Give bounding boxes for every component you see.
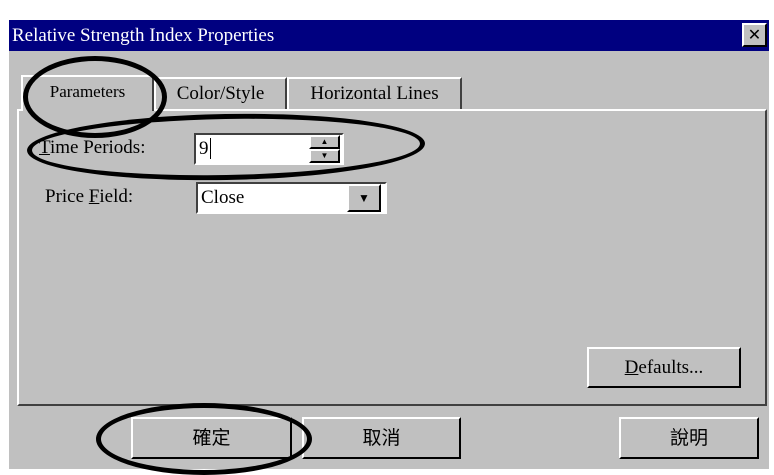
tab-parameters[interactable]: Parameters bbox=[21, 75, 154, 111]
tab-horizontal-lines-label: Horizontal Lines bbox=[310, 83, 439, 104]
rsi-properties-dialog: Relative Strength Index Properties ✕ Par… bbox=[9, 20, 769, 475]
cancel-button[interactable]: 取消 bbox=[302, 417, 461, 459]
tab-horizontal-lines[interactable]: Horizontal Lines bbox=[287, 77, 462, 111]
close-button[interactable]: ✕ bbox=[742, 23, 767, 47]
ok-button[interactable]: 確定 bbox=[131, 417, 292, 459]
tab-parameters-label: Parameters bbox=[49, 82, 126, 101]
price-field-label: Price Field: bbox=[45, 186, 134, 207]
spin-down-button[interactable]: ▼ bbox=[309, 149, 340, 163]
spin-down-icon: ▼ bbox=[320, 151, 329, 160]
tab-color-style-label: Color/Style bbox=[176, 83, 265, 104]
spin-up-icon: ▲ bbox=[320, 137, 329, 146]
chevron-down-icon: ▼ bbox=[358, 191, 370, 205]
price-field-select[interactable]: Close ▼ bbox=[196, 182, 387, 214]
time-periods-value: 9 bbox=[199, 138, 209, 159]
cancel-button-label: 取消 bbox=[362, 427, 401, 449]
time-periods-label: Time Periods: bbox=[39, 137, 146, 158]
help-button[interactable]: 說明 bbox=[619, 417, 759, 459]
price-field-value: Close bbox=[201, 187, 245, 208]
price-field-dropdown-button[interactable]: ▼ bbox=[347, 184, 381, 212]
window-title: Relative Strength Index Properties bbox=[12, 25, 275, 46]
close-icon: ✕ bbox=[747, 25, 762, 44]
help-button-label: 說明 bbox=[669, 427, 708, 449]
defaults-button[interactable]: Defaults... bbox=[587, 347, 741, 388]
time-periods-input[interactable]: 9 ▲ ▼ bbox=[194, 133, 344, 165]
spin-up-button[interactable]: ▲ bbox=[309, 135, 340, 149]
tab-color-style[interactable]: Color/Style bbox=[154, 77, 287, 111]
ok-button-label: 確定 bbox=[192, 427, 231, 449]
title-bar: Relative Strength Index Properties ✕ bbox=[9, 20, 769, 51]
